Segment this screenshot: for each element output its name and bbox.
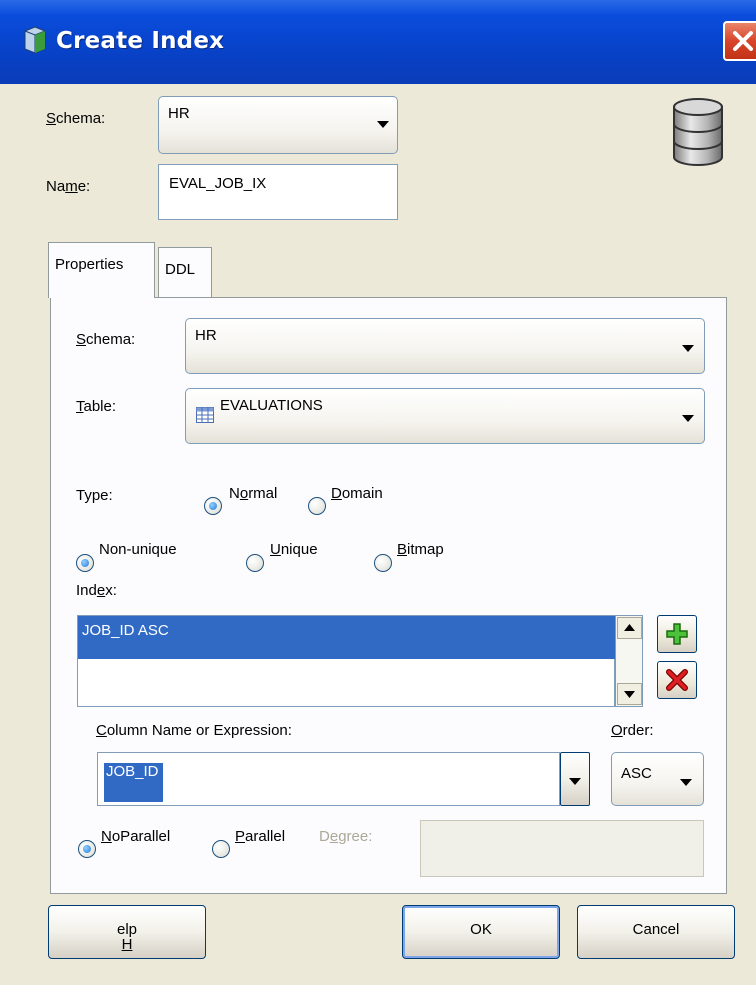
close-icon [733,31,753,51]
tab-properties[interactable]: Properties [48,242,155,298]
unique-radio[interactable] [246,554,264,572]
delete-x-icon [666,669,688,691]
window-title: Create Index [56,28,225,54]
database-icon [673,98,723,166]
add-column-button[interactable] [657,615,697,653]
index-list[interactable]: JOB_ID ASC [77,615,615,707]
schema-label: Schema: [46,110,106,127]
inner-schema-value: HR [195,327,217,344]
chevron-down-icon [682,415,694,422]
tab-ddl-label: DDL [165,261,196,278]
type-label: Type: [76,487,113,504]
help-button[interactable]: Help [48,905,206,959]
column-label: Column Name or Expression: [96,722,292,739]
bitmap-radio[interactable] [374,554,392,572]
arrow-up-icon [624,624,635,631]
inner-schema-select[interactable]: HR [185,318,705,374]
degree-field[interactable] [420,820,704,877]
index-item-label: JOB_ID ASC [82,622,169,639]
column-expression-field[interactable]: JOB_ID [97,752,560,806]
type-normal-label: Normal [229,485,278,502]
delete-column-button[interactable] [657,661,697,699]
type-normal-radio[interactable] [204,497,222,515]
bitmap-label: Bitmap [397,541,444,558]
chevron-down-icon [682,345,694,352]
parallel-label: Parallel [235,828,286,845]
close-button[interactable] [723,21,756,61]
noparallel-radio[interactable] [78,840,96,858]
type-domain-radio[interactable] [308,497,326,515]
table-value: EVALUATIONS [220,397,323,414]
name-value: EVAL_JOB_IX [169,175,267,192]
name-field[interactable]: EVAL_JOB_IX [158,164,398,220]
inner-schema-label: Schema: [76,331,136,348]
tab-ddl[interactable]: DDL [158,247,212,297]
table-label: Table: [76,398,117,415]
cancel-button[interactable]: Cancel [577,905,735,959]
schema-select[interactable]: HR [158,96,398,154]
table-select[interactable]: EVALUATIONS [185,388,705,444]
index-list-scrollbar[interactable] [615,615,643,707]
unique-label: Unique [270,541,318,558]
tab-properties-label: Properties [55,256,124,273]
scroll-up-button[interactable] [617,617,642,639]
type-domain-label: Domain [331,485,383,502]
index-label: Index: [76,582,117,599]
column-expression-value: JOB_ID [104,763,163,802]
list-item[interactable]: JOB_ID ASC [78,616,615,659]
name-label: Name: [46,178,91,195]
order-value: ASC [621,765,652,782]
ok-button-label: OK [470,921,492,938]
column-dropdown-button[interactable] [560,752,590,806]
chevron-down-icon [377,121,389,128]
help-button-label: Help [116,921,138,953]
scroll-down-button[interactable] [617,683,642,705]
order-label: Order: [611,722,654,739]
cancel-button-label: Cancel [632,921,680,938]
parallel-radio[interactable] [212,840,230,858]
index-icon [24,26,46,54]
ok-button[interactable]: OK [402,905,560,959]
arrow-down-icon [624,691,635,698]
degree-label: Degree: [319,828,373,845]
chevron-down-icon [569,778,581,785]
table-icon [196,407,214,423]
title-bar: Create Index [0,0,756,84]
plus-icon [666,623,688,645]
non-unique-radio[interactable] [76,554,94,572]
chevron-down-icon [680,779,692,786]
order-select[interactable]: ASC [611,752,704,806]
non-unique-label: Non-unique [99,541,177,558]
schema-value: HR [168,105,190,122]
noparallel-label: NoParallel [101,828,171,845]
